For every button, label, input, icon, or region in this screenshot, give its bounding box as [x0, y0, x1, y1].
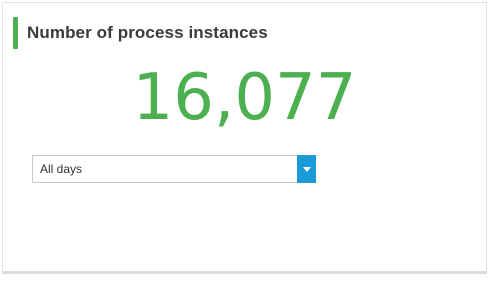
- widget-title: Number of process instances: [27, 23, 268, 42]
- process-instances-widget: Number of process instances 16,077 All d…: [2, 2, 487, 274]
- widget-header: Number of process instances: [13, 17, 268, 49]
- date-range-dropdown[interactable]: All days: [32, 155, 316, 183]
- metric-value: 16,077: [132, 61, 357, 135]
- dropdown-toggle-button[interactable]: [297, 155, 316, 183]
- dropdown-selected-value: All days: [40, 162, 83, 176]
- chevron-down-icon: [302, 166, 311, 172]
- accent-bar: [13, 17, 18, 49]
